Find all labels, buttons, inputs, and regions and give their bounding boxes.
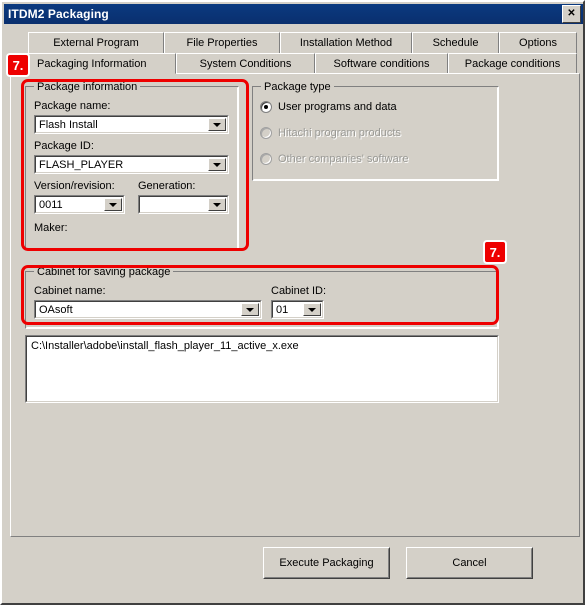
radio-icon [260, 101, 272, 113]
radio-other-companies-software-label: Other companies' software [278, 153, 409, 165]
package-information-group: Package information Package name: Flash … [25, 81, 239, 251]
version-revision-value: 0011 [39, 198, 63, 211]
cancel-label: Cancel [452, 557, 487, 569]
tab-system-conditions[interactable]: System Conditions [176, 53, 315, 74]
chevron-down-icon[interactable] [104, 198, 122, 211]
cabinet-id-label: Cabinet ID: [271, 285, 327, 297]
version-revision-combo[interactable]: 0011 [34, 195, 125, 214]
chevron-down-icon[interactable] [208, 118, 226, 131]
package-id-value: FLASH_PLAYER [39, 158, 124, 171]
packaging-information-panel: Package information Package name: Flash … [10, 73, 580, 537]
annotation-badge-top: 7. [6, 53, 30, 77]
file-list-value: C:\Installer\adobe\install_flash_player_… [31, 340, 299, 352]
radio-hitachi-program-products: Hitachi program products [260, 127, 401, 139]
annotation-badge-mid: 7. [483, 240, 507, 264]
chevron-down-icon[interactable] [241, 303, 259, 316]
cabinet-id-combo[interactable]: 01 [271, 300, 324, 319]
tab-schedule[interactable]: Schedule [412, 32, 499, 53]
chevron-down-icon[interactable] [208, 198, 226, 211]
tab-external-program[interactable]: External Program [28, 32, 164, 53]
tab-row-bottom: Packaging Information System Conditions … [10, 53, 580, 74]
close-icon[interactable]: ✕ [562, 5, 581, 23]
execute-packaging-button[interactable]: Execute Packaging [263, 547, 390, 579]
tabstrip: External Program File Properties Install… [10, 32, 580, 74]
package-information-group-title: Package information [34, 81, 141, 93]
window-titlebar: ITDM2 Packaging ✕ [4, 4, 583, 24]
tab-software-conditions[interactable]: Software conditions [315, 53, 448, 74]
package-name-combo[interactable]: Flash Install [34, 115, 229, 134]
execute-packaging-label: Execute Packaging [279, 557, 374, 569]
tab-options[interactable]: Options [499, 32, 577, 53]
cancel-button[interactable]: Cancel [406, 547, 533, 579]
generation-value [139, 196, 208, 213]
package-type-group: Package type User programs and data Hita… [252, 81, 499, 181]
tab-package-conditions[interactable]: Package conditions [448, 53, 577, 74]
tab-installation-method[interactable]: Installation Method [280, 32, 412, 53]
generation-combo[interactable] [138, 195, 229, 214]
package-id-combo[interactable]: FLASH_PLAYER [34, 155, 229, 174]
tab-file-properties[interactable]: File Properties [164, 32, 280, 53]
chevron-down-icon[interactable] [208, 158, 226, 171]
radio-user-programs-and-data[interactable]: User programs and data [260, 101, 397, 113]
cabinet-group-title: Cabinet for saving package [34, 266, 174, 278]
itdm2-packaging-window: ITDM2 Packaging ✕ External Program File … [0, 0, 585, 605]
package-name-label: Package name: [34, 100, 111, 112]
radio-user-programs-and-data-label: User programs and data [278, 101, 397, 113]
radio-icon [260, 127, 272, 139]
screenshot-root: ITDM2 Packaging ✕ External Program File … [0, 0, 585, 605]
cabinet-name-value: OAsoft [39, 303, 73, 316]
generation-label: Generation: [138, 180, 196, 192]
version-revision-label: Version/revision: [34, 180, 115, 192]
package-type-group-title: Package type [261, 81, 334, 93]
cabinet-id-value: 01 [276, 303, 289, 316]
chevron-down-icon[interactable] [303, 303, 321, 316]
cabinet-name-combo[interactable]: OAsoft [34, 300, 262, 319]
radio-icon [260, 153, 272, 165]
radio-other-companies-software: Other companies' software [260, 153, 409, 165]
tab-row-top: External Program File Properties Install… [10, 32, 580, 53]
package-name-value: Flash Install [39, 118, 98, 131]
file-list-textbox[interactable]: C:\Installer\adobe\install_flash_player_… [25, 335, 499, 403]
package-id-label: Package ID: [34, 140, 94, 152]
radio-hitachi-program-products-label: Hitachi program products [278, 127, 401, 139]
cabinet-name-label: Cabinet name: [34, 285, 106, 297]
window-title: ITDM2 Packaging [8, 7, 109, 21]
maker-label: Maker: [34, 222, 68, 234]
cabinet-group: Cabinet for saving package Cabinet name:… [25, 266, 499, 329]
tab-packaging-information[interactable]: Packaging Information [10, 53, 176, 74]
